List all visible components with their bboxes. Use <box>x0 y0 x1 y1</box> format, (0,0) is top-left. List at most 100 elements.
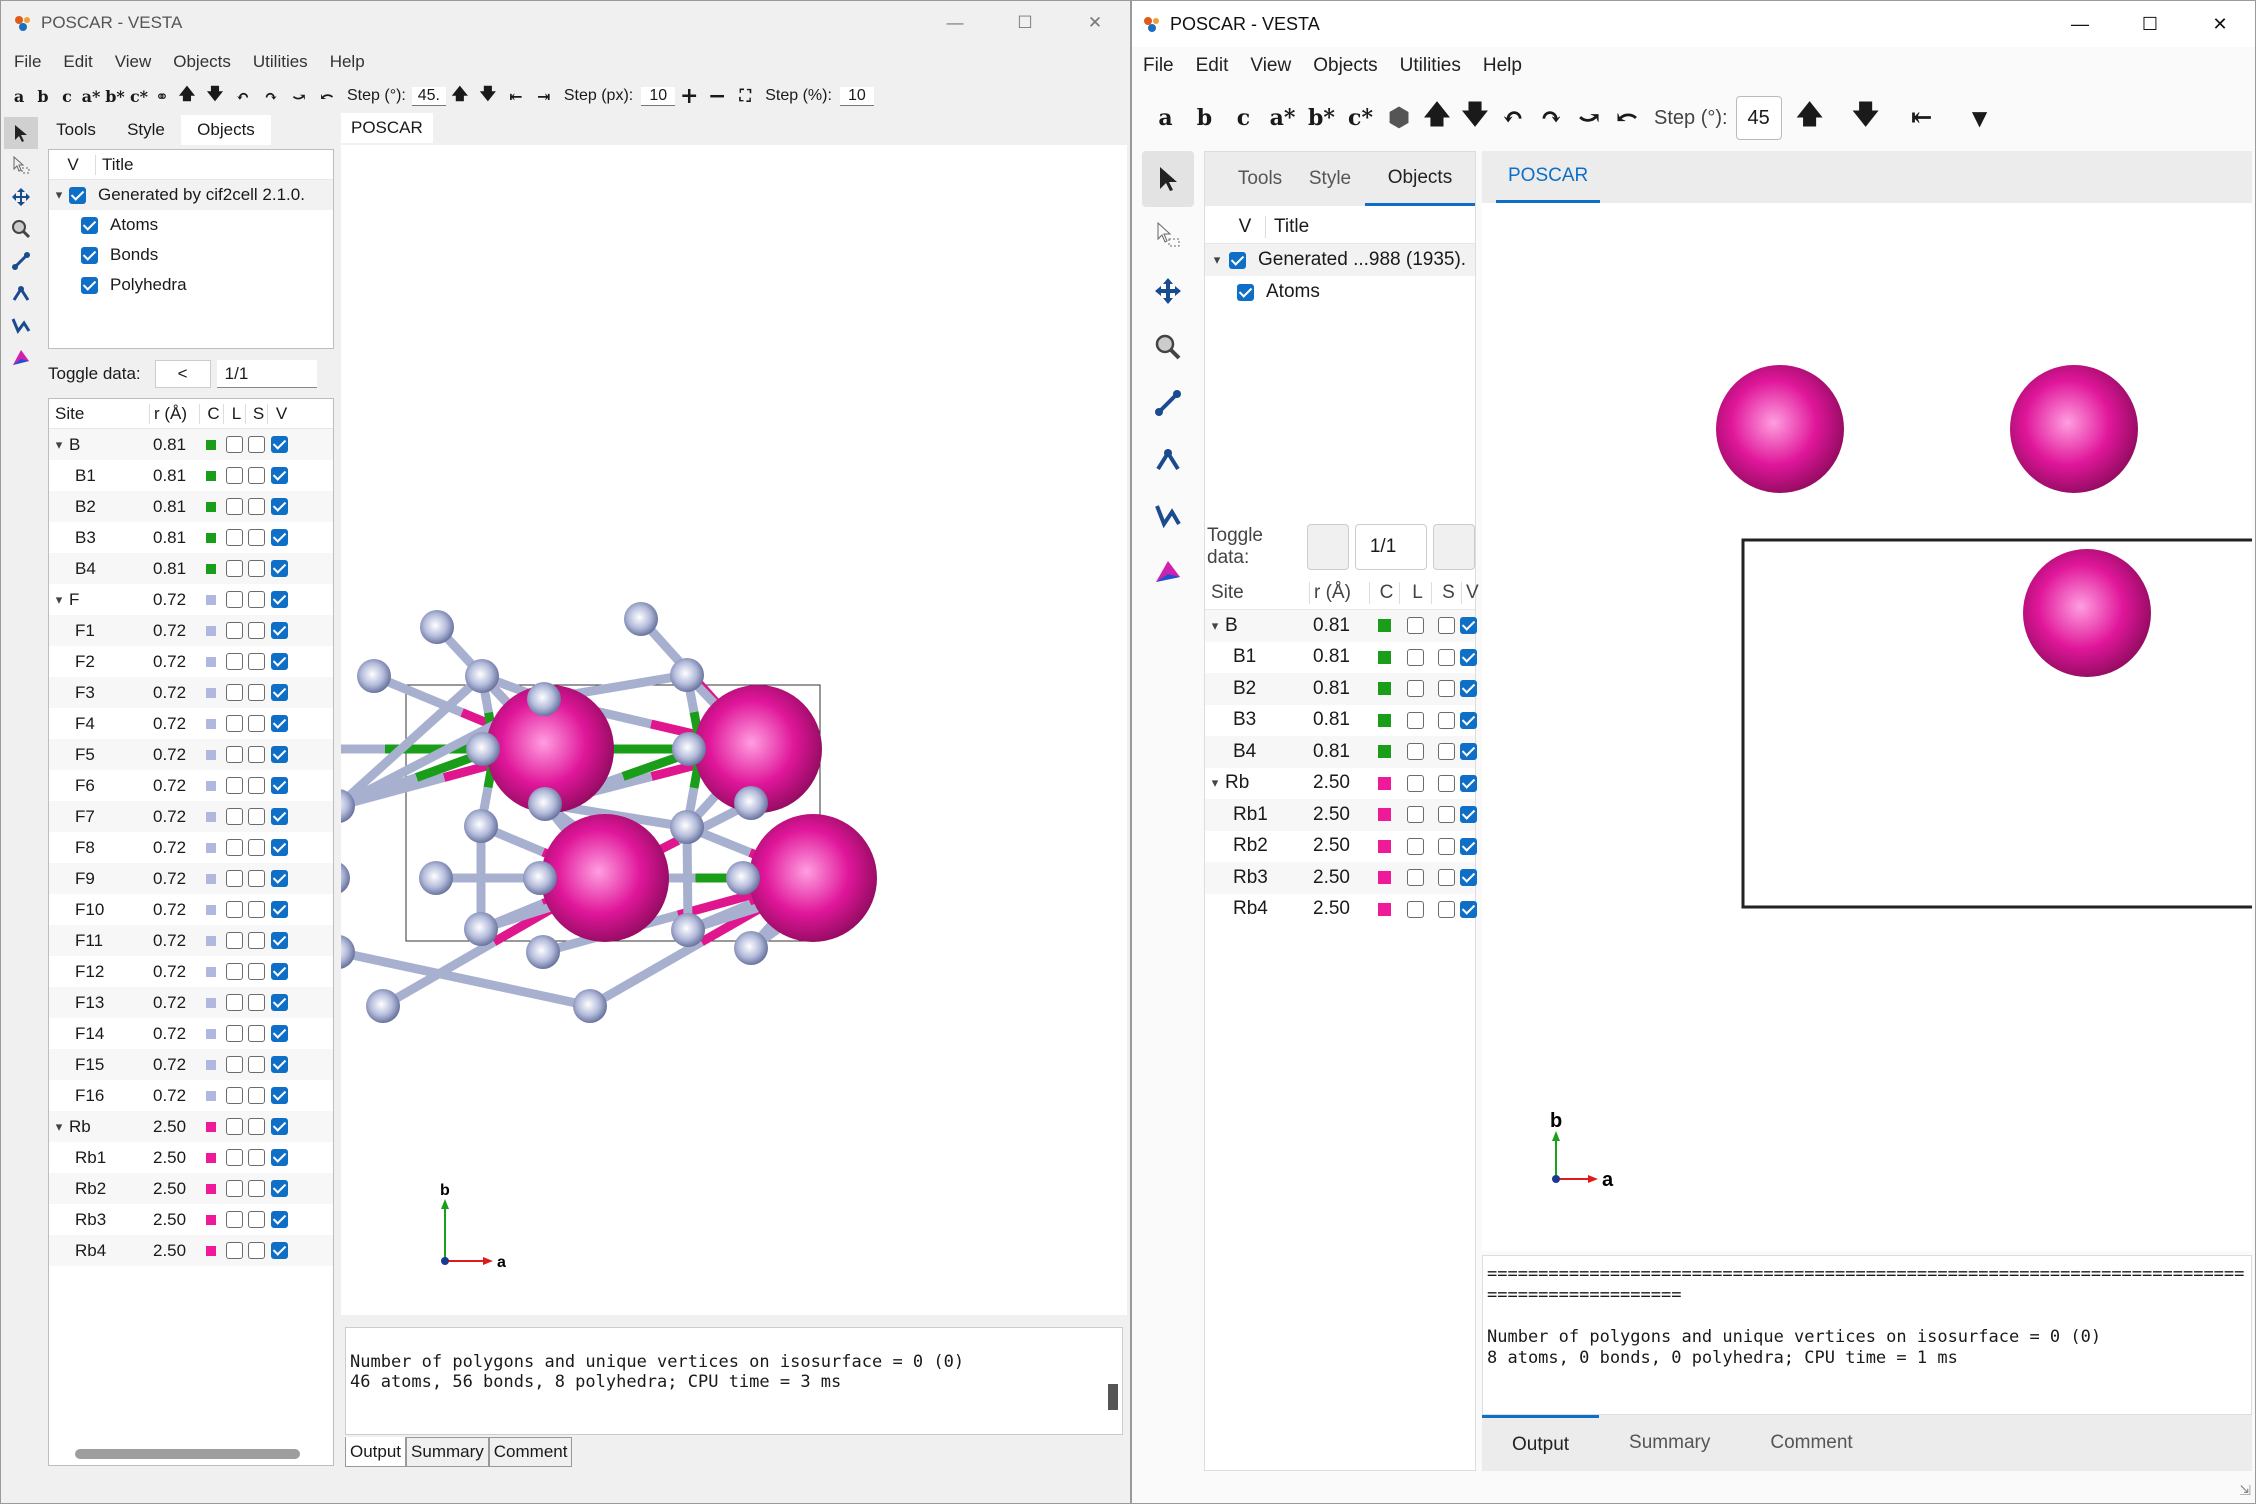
site-row[interactable]: ▾ Rb 2.50 <box>1205 768 1477 800</box>
rotate-up-icon[interactable]: 🡅 <box>1418 96 1456 140</box>
collapse-chevron-icon[interactable]: ▾ <box>1205 775 1225 791</box>
distance-tool-icon[interactable] <box>11 245 31 277</box>
object-row[interactable]: ▾ Generated ...988 (1935). <box>1205 244 1475 276</box>
menu-file[interactable]: File <box>3 52 52 72</box>
site-l-checkbox[interactable] <box>225 1087 243 1104</box>
tab-style[interactable]: Style <box>111 115 181 145</box>
object-row[interactable]: Polyhedra <box>49 270 333 300</box>
site-s-checkbox[interactable] <box>1437 743 1455 761</box>
site-row[interactable]: B3 0.81 <box>1205 705 1477 737</box>
site-color-cell[interactable] <box>199 439 223 450</box>
collapse-chevron-icon[interactable]: ▾ <box>49 592 69 608</box>
site-row[interactable]: Rb2 2.50 <box>1205 831 1477 863</box>
site-row[interactable]: F1 0.72 <box>49 615 333 646</box>
site-visible-checkbox[interactable] <box>270 436 288 453</box>
site-l-checkbox[interactable] <box>225 1180 243 1197</box>
arrow-left-icon[interactable]: ⇤ <box>502 87 530 106</box>
rotate-ccw-icon[interactable]: ⤻ <box>285 87 313 106</box>
toolbar-overflow-icon[interactable]: ▼ <box>1950 106 2010 130</box>
site-l-checkbox[interactable] <box>225 1118 243 1135</box>
color-swatch[interactable] <box>206 439 216 450</box>
crystal-structure-render[interactable] <box>1482 203 2255 1251</box>
object-row[interactable]: Bonds <box>49 240 333 270</box>
site-color-cell[interactable] <box>199 501 223 512</box>
site-color-cell[interactable] <box>199 687 223 698</box>
close-button[interactable]: ✕ <box>2185 1 2255 47</box>
site-visible-checkbox[interactable] <box>1459 680 1477 698</box>
site-l-checkbox[interactable] <box>1406 680 1424 698</box>
object-row[interactable]: Atoms <box>1205 276 1475 308</box>
site-row[interactable]: B4 0.81 <box>49 553 333 584</box>
color-swatch[interactable] <box>1377 650 1391 664</box>
select-tool-icon[interactable] <box>1142 151 1194 207</box>
color-swatch[interactable] <box>1377 871 1391 885</box>
visibility-checkbox[interactable] <box>1229 251 1246 269</box>
color-swatch[interactable] <box>1377 713 1391 727</box>
site-visible-checkbox[interactable] <box>270 1087 288 1104</box>
site-s-checkbox[interactable] <box>247 1180 265 1197</box>
site-l-checkbox[interactable] <box>225 1242 243 1259</box>
close-button[interactable]: ✕ <box>1060 1 1130 45</box>
menu-edit[interactable]: Edit <box>52 52 103 72</box>
site-l-checkbox[interactable] <box>1406 869 1424 887</box>
site-s-checkbox[interactable] <box>247 1118 265 1135</box>
site-visible-checkbox[interactable] <box>270 653 288 670</box>
view-along-c-button[interactable]: c <box>55 87 79 106</box>
site-s-checkbox[interactable] <box>1437 648 1455 666</box>
collapse-chevron-icon[interactable]: ▾ <box>49 1119 69 1135</box>
site-s-checkbox[interactable] <box>247 1149 265 1166</box>
object-row[interactable]: Atoms <box>49 210 333 240</box>
color-swatch[interactable] <box>1377 745 1391 759</box>
arrow-down-icon[interactable]: 🡇 <box>1838 96 1894 140</box>
site-row[interactable]: ▾ B 0.81 <box>1205 610 1477 642</box>
site-visible-checkbox[interactable] <box>270 684 288 701</box>
site-color-cell[interactable] <box>1369 745 1399 759</box>
site-s-checkbox[interactable] <box>1437 837 1455 855</box>
site-row[interactable]: B1 0.81 <box>49 460 333 491</box>
dihedral-tool-icon[interactable] <box>1154 487 1182 543</box>
view-along-b-button[interactable]: b <box>31 87 55 106</box>
color-swatch[interactable] <box>206 1245 216 1256</box>
tab-summary[interactable]: Summary <box>1599 1415 1740 1471</box>
rotate-right-icon[interactable]: ↷ <box>1532 103 1570 133</box>
site-s-checkbox[interactable] <box>247 1087 265 1104</box>
rotate-left-icon[interactable]: ↶ <box>1494 103 1532 133</box>
site-visible-checkbox[interactable] <box>270 1118 288 1135</box>
site-l-checkbox[interactable] <box>225 777 243 794</box>
site-color-cell[interactable] <box>199 718 223 729</box>
collapse-chevron-icon[interactable]: ▾ <box>1205 618 1225 634</box>
site-visible-checkbox[interactable] <box>270 932 288 949</box>
maximize-button[interactable]: ☐ <box>2115 1 2185 47</box>
site-l-checkbox[interactable] <box>225 901 243 918</box>
site-l-checkbox[interactable] <box>225 498 243 515</box>
tab-poscar[interactable]: POSCAR <box>341 113 433 143</box>
site-color-cell[interactable] <box>199 470 223 481</box>
rotate-cw-icon[interactable]: ⤺ <box>1608 103 1646 133</box>
site-visible-checkbox[interactable] <box>270 1149 288 1166</box>
site-row[interactable]: F8 0.72 <box>49 832 333 863</box>
site-s-checkbox[interactable] <box>1437 774 1455 792</box>
site-color-cell[interactable] <box>199 1121 223 1132</box>
dihedral-tool-icon[interactable] <box>11 309 31 341</box>
site-visible-checkbox[interactable] <box>1459 711 1477 729</box>
site-s-checkbox[interactable] <box>247 777 265 794</box>
color-swatch[interactable] <box>206 1028 216 1039</box>
site-row[interactable]: B3 0.81 <box>49 522 333 553</box>
site-visible-checkbox[interactable] <box>1459 774 1477 792</box>
site-visible-checkbox[interactable] <box>270 560 288 577</box>
site-s-checkbox[interactable] <box>247 1211 265 1228</box>
site-visible-checkbox[interactable] <box>270 963 288 980</box>
step-deg-field[interactable]: 45 <box>1735 96 1782 140</box>
site-s-checkbox[interactable] <box>247 932 265 949</box>
rotate-down-icon[interactable]: 🡇 <box>201 83 229 110</box>
site-s-checkbox[interactable] <box>247 1025 265 1042</box>
site-l-checkbox[interactable] <box>225 715 243 732</box>
view-along-b-star-button[interactable]: b* <box>1302 105 1341 131</box>
site-l-checkbox[interactable] <box>1406 648 1424 666</box>
select-tool-icon[interactable] <box>4 117 38 149</box>
magnify-tool-icon[interactable] <box>11 213 31 245</box>
magnify-tool-icon[interactable] <box>1154 319 1182 375</box>
site-color-cell[interactable] <box>1369 713 1399 727</box>
site-s-checkbox[interactable] <box>247 1056 265 1073</box>
arrow-up-icon[interactable]: 🡅 <box>1782 96 1838 140</box>
